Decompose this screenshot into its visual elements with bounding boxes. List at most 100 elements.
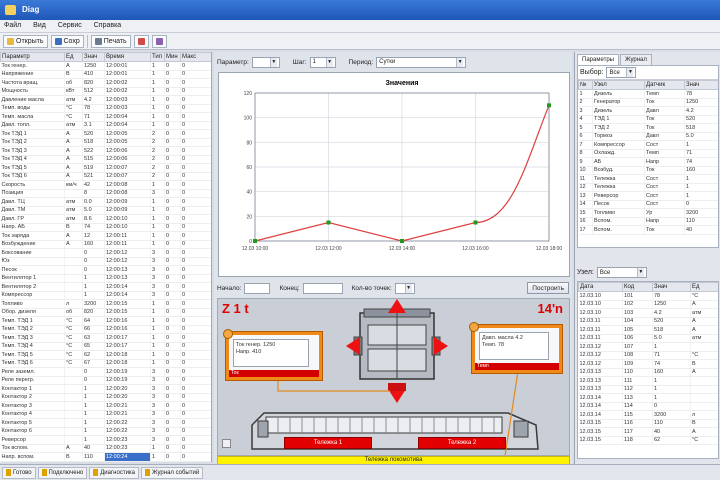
table-row[interactable]: Ток ТЭД 6 А 521 12:00:07 2 0 0: [0, 172, 211, 181]
table-row[interactable]: 12.03.15 118 62 °C: [578, 436, 718, 445]
status-item-ready[interactable]: Готово: [2, 466, 36, 479]
table-row[interactable]: Темп. ТЭД 5 °C 62 12:00:18 1 0 0: [0, 350, 211, 360]
table-row[interactable]: Ток вспом. А 40 12:00:23 1 0 0: [0, 444, 211, 453]
column-header[interactable]: Ед: [690, 282, 718, 292]
table-row[interactable]: Давление масла атм 4.2 12:00:03 1 0 0: [0, 95, 211, 105]
table-row[interactable]: Напр. АБ В 74 12:00:10 1 0 0: [0, 223, 211, 232]
table-row[interactable]: Контактор 4 1 12:00:21 3 0 0: [0, 410, 211, 419]
settings-button[interactable]: [151, 35, 167, 48]
table-row[interactable]: 5 ТЭД 2 Ток 518: [578, 123, 718, 133]
table-row[interactable]: 12.03.14 113 1: [578, 393, 718, 403]
open-button[interactable]: Открыть: [3, 35, 48, 48]
table-row[interactable]: Темп. ТЭД 2 °C 66 12:00:16 1 0 0: [0, 325, 211, 334]
table-row[interactable]: Темп. масла °C 71 12:00:04 1 0 0: [0, 112, 211, 122]
table-row[interactable]: Давл. ГР атм 8.6 12:00:10 1 0 0: [0, 214, 211, 224]
table-row[interactable]: 14 Песок Сост 0: [578, 200, 718, 209]
table-row[interactable]: Вентилятор 2 1 12:00:14 3 0 0: [0, 282, 211, 292]
table-row[interactable]: 17 Вспом. Ток 40: [578, 225, 718, 235]
column-header[interactable]: Тип: [150, 52, 165, 62]
column-header[interactable]: Мин: [164, 52, 181, 62]
table-row[interactable]: 12.03.12 109 74 В: [578, 359, 718, 369]
right-sensor-popup[interactable]: Давл. масла 4.2 Темп. 78 Темп: [469, 322, 562, 373]
table-row[interactable]: 3 Дизель Давл 4.2: [578, 106, 718, 116]
tab-parameters[interactable]: Параметры: [577, 54, 619, 65]
column-header[interactable]: Параметр: [0, 52, 65, 62]
build-button[interactable]: Построить: [527, 282, 569, 294]
table-row[interactable]: Напряжение В 410 12:00:01 1 0 0: [0, 70, 211, 79]
table-row[interactable]: Контактор 2 1 12:00:20 3 0 0: [0, 393, 211, 402]
table-row[interactable]: Топливо л 3200 12:00:15 1 0 0: [0, 299, 211, 309]
menu-file[interactable]: Файл: [4, 22, 21, 29]
table-row[interactable]: Контактор 1 1 12:00:20 3 0 0: [0, 384, 211, 394]
column-header[interactable]: Знач: [684, 80, 718, 90]
table-row[interactable]: Реле заземл. 0 12:00:19 3 0 0: [0, 367, 211, 377]
table-row[interactable]: Ток ТЭД 3 А 522 12:00:06 2 0 0: [0, 146, 211, 156]
menu-view[interactable]: Вид: [33, 22, 46, 29]
table-row[interactable]: 6 Тормоз Давл 5.0: [578, 132, 718, 141]
status-item-diagnostics[interactable]: Диагностика: [89, 466, 140, 479]
table-row[interactable]: Давл. топл. атм 3.1 12:00:04 1 0 0: [0, 121, 211, 130]
column-header[interactable]: Код: [622, 282, 653, 292]
print-button[interactable]: Печать: [90, 35, 131, 48]
table-row[interactable]: 2 Генератор Ток 1250: [578, 98, 718, 107]
table-row[interactable]: Ток заряда А 12 12:00:11 1 0 0: [0, 231, 211, 241]
period-combo[interactable]: Сутки ▼: [376, 56, 467, 68]
table-row[interactable]: Ток ТЭД 4 А 515 12:00:06 2 0 0: [0, 155, 211, 164]
table-row[interactable]: 12.03.14 114 0: [578, 402, 718, 411]
save-button[interactable]: Сохр: [50, 35, 84, 48]
table-row[interactable]: 13 Реверсор Сост 1: [578, 191, 718, 201]
table-row[interactable]: 12.03.13 112 1: [578, 385, 718, 394]
table-row[interactable]: Компрессор 1 12:00:14 3 0 0: [0, 291, 211, 300]
table-row[interactable]: 1 Дизель Темп 78: [578, 89, 718, 99]
table-row[interactable]: 10 Возбуд. Ток 160: [578, 166, 718, 175]
menu-help[interactable]: Справка: [94, 22, 121, 29]
table-row[interactable]: 12.03.13 110 160 А: [578, 368, 718, 377]
table-row[interactable]: 12.03.15 116 110 В: [578, 419, 718, 428]
step-combo[interactable]: 1 ▼: [309, 56, 336, 68]
count-input[interactable]: ▼: [394, 282, 415, 294]
table-row[interactable]: 11 Тележка Сост 1: [578, 174, 718, 184]
table-row[interactable]: Контактор 6 1 12:00:22 3 0 0: [0, 427, 211, 436]
table-row[interactable]: Ток ТЭД 2 А 518 12:00:05 2 0 0: [0, 138, 211, 147]
table-row[interactable]: Темп. ТЭД 1 °C 64 12:00:16 1 0 0: [0, 316, 211, 326]
table-row[interactable]: Ток ТЭД 5 А 519 12:00:07 2 0 0: [0, 163, 211, 173]
table-row[interactable]: Контактор 3 1 12:00:21 3 0 0: [0, 401, 211, 411]
table-row[interactable]: 9 АБ Напр 74: [578, 157, 718, 167]
table-row[interactable]: Скорость км/ч 42 12:00:08 1 0 0: [0, 180, 211, 190]
table-row[interactable]: Вентилятор 1 1 12:00:13 3 0 0: [0, 274, 211, 283]
table-row[interactable]: Контактор 5 1 12:00:22 3 0 0: [0, 418, 211, 428]
table-row[interactable]: Мощность кВт 512 12:00:02 1 0 0: [0, 87, 211, 96]
table-row[interactable]: Частота вращ. об 820 12:00:02 1 0 0: [0, 78, 211, 88]
column-header[interactable]: №: [578, 80, 593, 90]
column-header[interactable]: Знач: [652, 282, 691, 292]
table-row[interactable]: Реле перегр. 0 12:00:19 3 0 0: [0, 376, 211, 385]
table-row[interactable]: Юз 0 12:00:12 3 0 0: [0, 257, 211, 266]
table-row[interactable]: Напр. вспом. В 110 12:00:24 1 0 0: [0, 452, 211, 462]
table-row[interactable]: Давл. ТЦ атм 0.0 12:00:09 1 0 0: [0, 197, 211, 207]
table-row[interactable]: 12.03.15 117 40 А: [578, 427, 718, 437]
table-row[interactable]: Темп. воды °C 78 12:00:03 1 0 0: [0, 104, 211, 113]
menu-service[interactable]: Сервис: [58, 22, 82, 29]
table-row[interactable]: Темп. ТЭД 3 °C 63 12:00:17 1 0 0: [0, 333, 211, 343]
table-row[interactable]: Давл. ТМ атм 5.0 12:00:09 1 0 0: [0, 206, 211, 215]
table-row[interactable]: Темп. ТЭД 6 °C 67 12:00:18 1 0 0: [0, 359, 211, 368]
table-row[interactable]: 12.03.12 108 71 °C: [578, 351, 718, 360]
table-row[interactable]: 7 Компрессор Сост 1: [578, 140, 718, 150]
table-row[interactable]: 12.03.14 115 3200 л: [578, 410, 718, 420]
node-combo[interactable]: Все ▼: [596, 267, 647, 278]
table-row[interactable]: 12.03.11 104 520 А: [578, 317, 718, 326]
column-header[interactable]: Ед: [64, 52, 83, 62]
table-row[interactable]: 16 Вспом. Напр 110: [578, 217, 718, 226]
table-row[interactable]: 12.03.12 107 1: [578, 342, 718, 352]
table-row[interactable]: Ток ТЭД 1 А 520 12:00:05 2 0 0: [0, 129, 211, 139]
chart-button[interactable]: [133, 35, 149, 48]
table-row[interactable]: 12.03.10 102 1250 А: [578, 300, 718, 309]
table-row[interactable]: 8 Охлажд. Темп 71: [578, 149, 718, 158]
table-row[interactable]: 12.03.10 101 78 °C: [578, 291, 718, 301]
left-sensor-popup[interactable]: Ток генер. 1250 Напр. 410 Ток: [223, 329, 322, 380]
table-row[interactable]: 12.03.13 111 1: [578, 376, 718, 386]
column-header[interactable]: Датчик: [644, 80, 685, 90]
table-row[interactable]: Возбуждение А 160 12:00:11 1 0 0: [0, 240, 211, 249]
table-row[interactable]: 12.03.11 106 5.0 атм: [578, 334, 718, 343]
bogie-1-button[interactable]: Тележка 1: [284, 437, 372, 449]
